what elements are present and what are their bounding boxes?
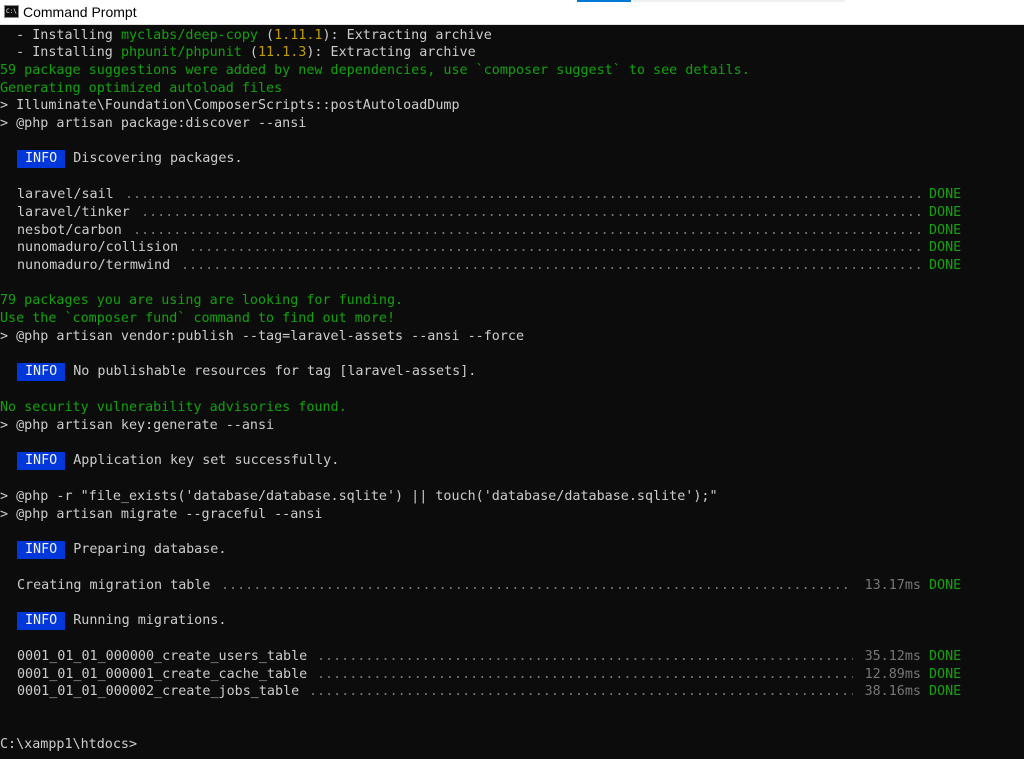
dot-leader: ........................................… <box>221 578 853 593</box>
command-line: > @php artisan key:generate --ansi <box>0 418 275 433</box>
command-line: > @php artisan package:discover --ansi <box>0 116 307 131</box>
package-row: nunomaduro/termwind ....................… <box>17 258 962 273</box>
window-title: Command Prompt <box>23 4 137 20</box>
titlebar-accent <box>577 0 631 2</box>
package-row: nesbot/carbon ..........................… <box>17 223 962 238</box>
dot-leader: ........................................… <box>181 258 925 273</box>
funding-line: Use the `composer fund` command to find … <box>0 311 396 326</box>
command-line: > @php artisan migrate --graceful --ansi <box>0 507 323 522</box>
info-badge: INFO <box>17 150 66 168</box>
migration-row: 0001_01_01_000001_create_cache_table ...… <box>17 667 962 682</box>
dot-leader: ........................................… <box>141 205 925 220</box>
info-badge: INFO <box>17 612 66 630</box>
command-line: > @php -r "file_exists('database/databas… <box>0 489 718 504</box>
command-prompt[interactable]: C:\xampp1\htdocs> <box>0 736 137 754</box>
migration-row: 0001_01_01_000002_create_jobs_table ....… <box>17 684 962 699</box>
dot-leader: ........................................… <box>125 187 925 202</box>
autoload-line: Generating optimized autoload files <box>0 81 283 96</box>
install-line: - Installing phpunit/phpunit (11.1.3): E… <box>0 45 476 60</box>
security-line: No security vulnerability advisories fou… <box>0 400 347 415</box>
info-line: INFO No publishable resources for tag [la… <box>17 363 476 381</box>
cmd-icon: C:\ <box>4 5 19 18</box>
info-line: INFO Preparing database. <box>17 541 226 559</box>
info-line: INFO Discovering packages. <box>17 150 243 168</box>
migration-table-row: Creating migration table ...............… <box>17 578 962 593</box>
info-line: INFO Running migrations. <box>17 612 226 630</box>
package-row: laravel/tinker .........................… <box>17 205 962 220</box>
dot-leader: ........................................… <box>133 223 925 238</box>
info-badge: INFO <box>17 452 66 470</box>
dot-leader: ........................................… <box>189 240 925 255</box>
package-row: nunomaduro/collision ...................… <box>17 240 962 255</box>
dot-leader: ........................................… <box>317 649 853 664</box>
package-row: laravel/sail ...........................… <box>17 187 962 202</box>
install-line: - Installing myclabs/deep-copy (1.11.1):… <box>0 28 492 43</box>
dot-leader: ........................................… <box>309 684 853 699</box>
info-badge: INFO <box>17 363 66 381</box>
command-line: > @php artisan vendor:publish --tag=lara… <box>0 329 525 344</box>
migration-row: 0001_01_01_000000_create_users_table ...… <box>17 649 962 664</box>
suggestions-line: 59 package suggestions were added by new… <box>0 63 750 78</box>
console-output[interactable]: - Installing myclabs/deep-copy (1.11.1):… <box>0 25 1024 759</box>
titlebar-tab-strip <box>633 0 845 2</box>
funding-line: 79 packages you are using are looking fo… <box>0 293 404 308</box>
title-bar[interactable]: C:\ Command Prompt <box>0 0 1024 25</box>
dot-leader: ........................................… <box>317 667 853 682</box>
info-line: INFO Application key set successfully. <box>17 452 339 470</box>
command-line: > Illuminate\Foundation\ComposerScripts:… <box>0 98 460 113</box>
info-badge: INFO <box>17 541 66 559</box>
